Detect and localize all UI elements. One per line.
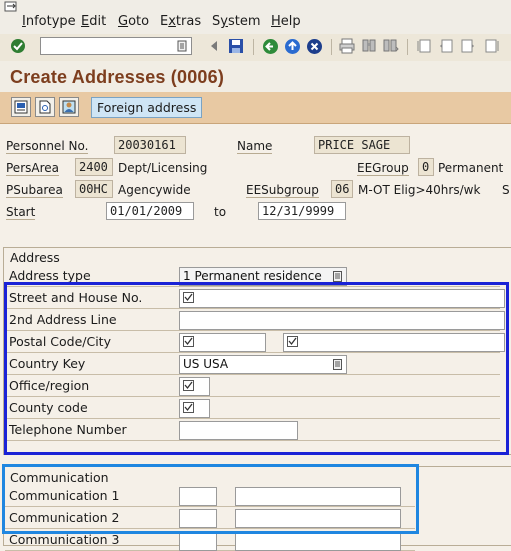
save-icon[interactable] — [227, 37, 245, 55]
eesubgroup-value: 06 — [331, 180, 353, 198]
psubarea-label: PSubarea — [6, 183, 63, 198]
menu-help[interactable]: Help — [271, 14, 301, 29]
start-date-field[interactable]: 01/01/2009 — [106, 202, 194, 220]
document-icon[interactable] — [35, 97, 55, 117]
app-menu-icon[interactable] — [4, 1, 19, 13]
end-date-field[interactable]: 12/31/9999 — [258, 202, 346, 220]
dropdown-icon[interactable] — [333, 271, 343, 282]
menu-goto[interactable]: Goto — [118, 14, 149, 29]
start-label: Start — [6, 205, 36, 220]
collapse-icon[interactable] — [205, 37, 223, 55]
persarea-value: 2400 — [75, 158, 113, 176]
next-page-icon[interactable] — [459, 37, 477, 55]
menu-infotype[interactable]: Infotype — [22, 14, 76, 29]
overview-icon[interactable] — [11, 97, 31, 117]
address-group-title: Address — [10, 250, 60, 265]
eegroup-value: 0 — [418, 158, 434, 176]
menu-edit[interactable]: Edit — [81, 14, 106, 29]
name-label: Name — [237, 139, 273, 154]
page-title: Create Addresses (0006) — [10, 67, 225, 87]
address-type-label: Address type — [9, 268, 91, 283]
persarea-label: PersArea — [6, 161, 59, 176]
address-fields-highlight — [4, 282, 509, 455]
communication-3-type-input[interactable] — [179, 532, 217, 551]
print-icon[interactable] — [338, 37, 356, 55]
psubarea-value: 00HC — [75, 180, 113, 198]
find-next-icon[interactable] — [382, 37, 400, 55]
foreign-address-button[interactable]: Foreign address — [91, 97, 203, 118]
cut-off-label: S — [502, 183, 510, 197]
previous-page-icon[interactable] — [437, 37, 455, 55]
eegroup-label: EEGroup — [357, 161, 409, 176]
last-page-icon[interactable] — [483, 37, 501, 55]
cancel-icon[interactable] — [305, 37, 323, 55]
menu-system[interactable]: System — [212, 14, 261, 29]
name-value: PRICE SAGE — [314, 136, 410, 154]
eesubgroup-label: EESubgroup — [246, 183, 319, 198]
title-bar: Create Addresses (0006) — [0, 61, 511, 93]
first-page-icon[interactable] — [415, 37, 433, 55]
personnel-no-value: 20030161 — [114, 136, 186, 154]
personnel-no-label: Personnel No. — [6, 139, 89, 154]
find-icon[interactable] — [360, 37, 378, 55]
address-type-value: 1 Permanent residence — [183, 269, 322, 283]
back-icon[interactable] — [261, 37, 279, 55]
eesubgroup-text: M-OT Elig>40hrs/wk — [358, 183, 481, 197]
communication-highlight — [2, 464, 419, 534]
menu-extras[interactable]: Extras — [160, 14, 201, 29]
psubarea-text: Agencywide — [118, 183, 191, 197]
exit-icon[interactable] — [283, 37, 301, 55]
person-icon[interactable] — [59, 97, 79, 117]
menu-bar: Infotype Edit Goto Extras System Help — [0, 0, 511, 35]
persarea-text: Dept/Licensing — [118, 161, 208, 175]
eegroup-text: Permanent — [438, 161, 504, 175]
to-label: to — [214, 205, 227, 219]
standard-toolbar — [0, 34, 511, 62]
application-toolbar: Foreign address — [0, 92, 511, 124]
communication-3-id-input[interactable] — [235, 532, 401, 551]
command-field[interactable] — [40, 37, 192, 55]
dropdown-icon[interactable] — [177, 40, 189, 52]
enter-icon[interactable] — [9, 37, 27, 55]
header-area: Personnel No. 20030161 Name PRICE SAGE P… — [0, 123, 511, 243]
